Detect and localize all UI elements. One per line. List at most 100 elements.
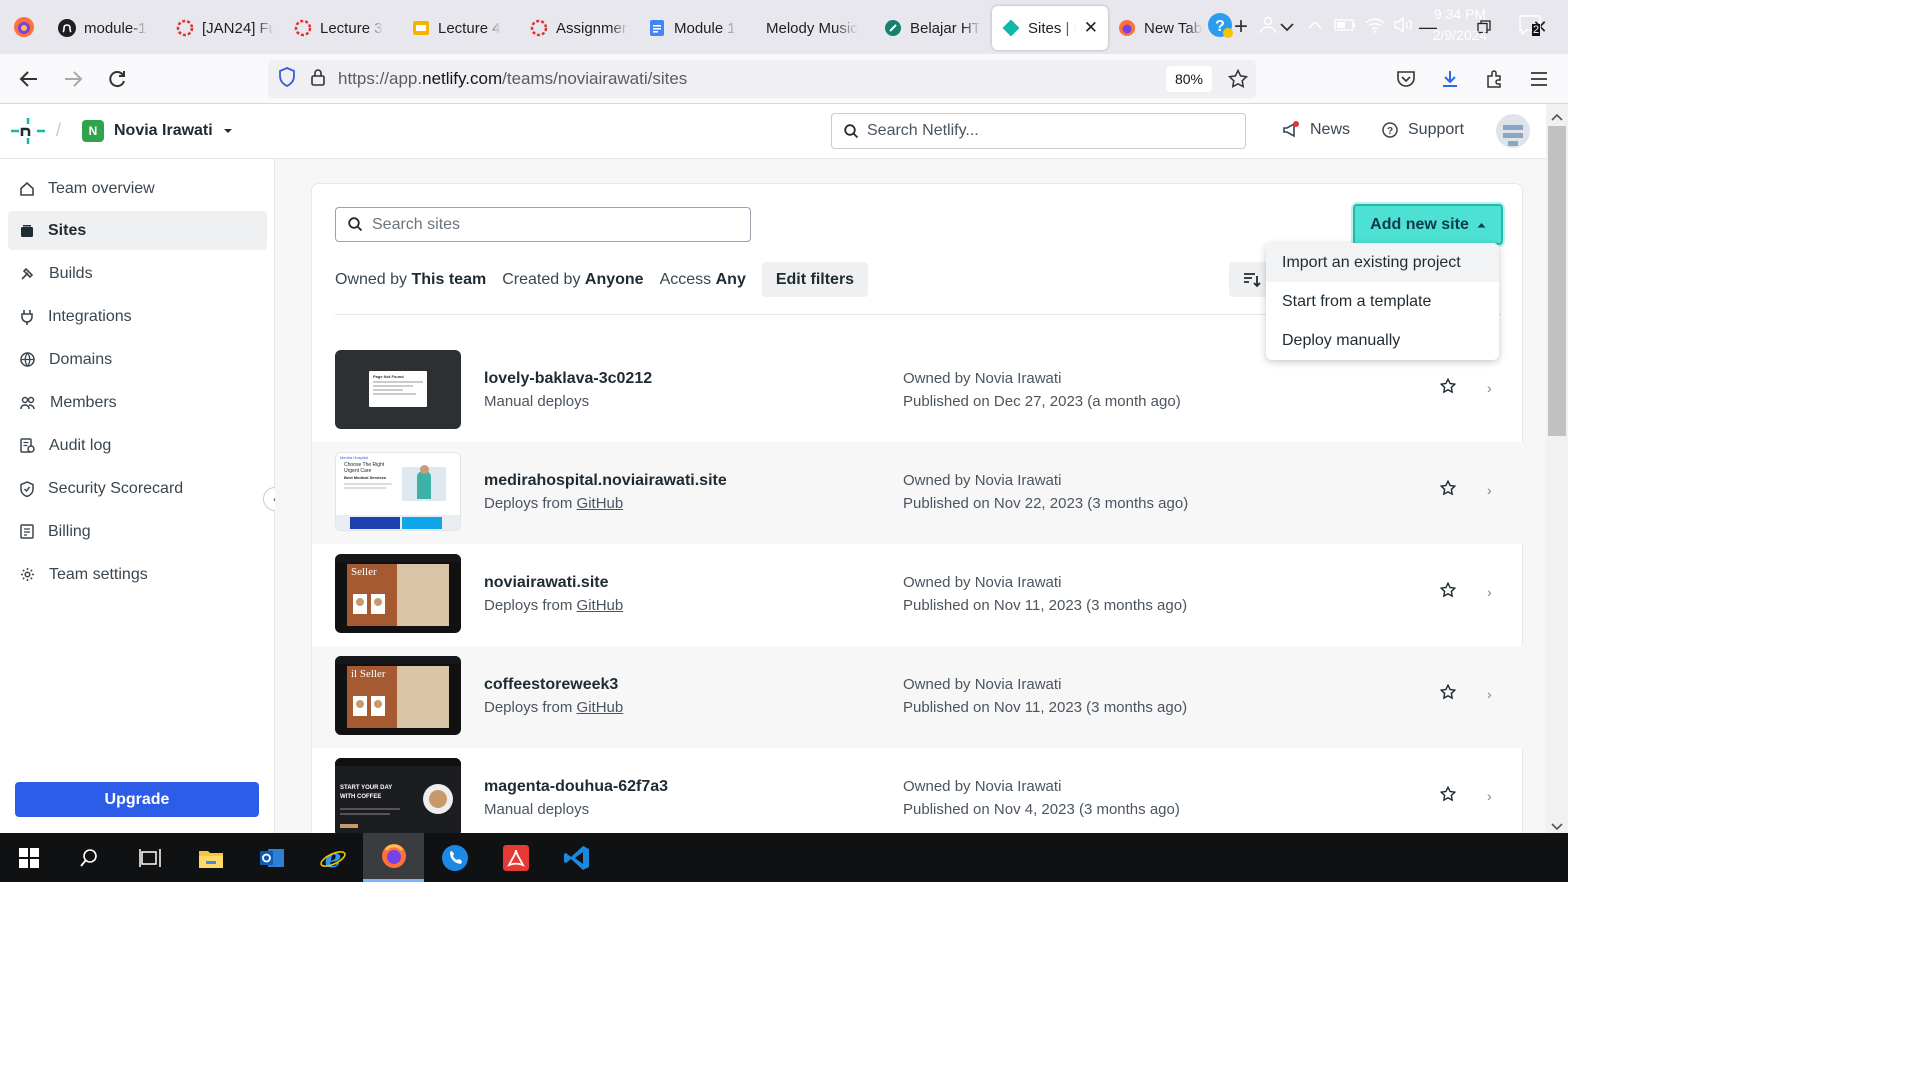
sidebar-item-sites[interactable]: Sites: [8, 211, 267, 250]
zoom-level[interactable]: 80%: [1165, 66, 1212, 92]
team-switcher[interactable]: N Novia Irawati: [82, 120, 233, 142]
reload-icon[interactable]: [95, 61, 139, 97]
browser-tab[interactable]: module-1: [48, 6, 166, 50]
global-search-input[interactable]: Search Netlify...: [831, 113, 1246, 149]
people-icon[interactable]: [1252, 0, 1288, 49]
favorite-star-icon[interactable]: [1439, 377, 1457, 398]
sidebar-item-team-settings[interactable]: Team settings: [8, 555, 267, 594]
address-bar[interactable]: https://app.netlify.com/teams/noviairawa…: [268, 60, 1256, 98]
home-icon: [20, 181, 34, 196]
battery-icon[interactable]: [1332, 0, 1358, 49]
edit-filters-button[interactable]: Edit filters: [761, 262, 869, 297]
browser-tab[interactable]: Lecture 4: [402, 6, 520, 50]
menu-item-start-template[interactable]: Start from a template: [1266, 282, 1499, 321]
scrollbar-thumb[interactable]: [1548, 126, 1566, 436]
browser-tab[interactable]: Belajar HT: [874, 6, 992, 50]
chevron-right-icon[interactable]: ›: [1487, 686, 1492, 702]
task-view-icon[interactable]: [119, 833, 180, 882]
sidebar-item-security-scorecard[interactable]: Security Scorecard: [8, 469, 267, 508]
volume-icon[interactable]: [1390, 0, 1416, 49]
wifi-icon[interactable]: [1362, 0, 1388, 49]
user-avatar[interactable]: [1496, 114, 1530, 148]
chevron-right-icon[interactable]: ›: [1487, 380, 1492, 396]
notifications-icon[interactable]: 2: [1510, 0, 1550, 49]
acrobat-icon[interactable]: [485, 833, 546, 882]
favorite-star-icon[interactable]: [1439, 581, 1457, 602]
close-tab-icon[interactable]: ✕: [1084, 18, 1098, 38]
forward-arrow-icon[interactable]: [51, 61, 95, 97]
github-link[interactable]: GitHub: [577, 699, 624, 716]
sidebar-item-builds[interactable]: Builds: [8, 254, 267, 293]
site-name[interactable]: coffeestoreweek3: [484, 676, 618, 694]
site-row[interactable]: Seller noviairawati.site Deploys from Gi…: [312, 544, 1524, 646]
browser-tab[interactable]: Assignmen: [520, 6, 638, 50]
shield-icon: [20, 480, 34, 497]
internet-explorer-icon[interactable]: e: [302, 833, 363, 882]
browser-tab[interactable]: Lecture 3: [284, 6, 402, 50]
browser-tab[interactable]: Melody Music: [756, 6, 874, 50]
url-text[interactable]: https://app.netlify.com/teams/noviairawa…: [338, 69, 687, 89]
search-icon[interactable]: [58, 833, 119, 882]
github-link[interactable]: GitHub: [577, 495, 624, 512]
upgrade-button[interactable]: Upgrade: [15, 782, 259, 817]
downloads-icon[interactable]: [1428, 54, 1472, 104]
chevron-right-icon[interactable]: ›: [1487, 788, 1492, 804]
news-link[interactable]: News: [1282, 121, 1350, 139]
support-link[interactable]: ? Support: [1382, 121, 1464, 139]
sidebar-item-billing[interactable]: Billing: [8, 512, 267, 551]
windows-start-icon[interactable]: [0, 833, 58, 882]
chevron-right-icon[interactable]: ›: [1487, 482, 1492, 498]
outlook-icon[interactable]: [241, 833, 302, 882]
site-row[interactable]: il Seller coffeestoreweek3 Deploys from …: [312, 646, 1524, 748]
page-scrollbar[interactable]: [1546, 104, 1568, 833]
chevron-right-icon[interactable]: ›: [1487, 584, 1492, 600]
scroll-up-icon[interactable]: [1551, 108, 1563, 125]
bookmark-star-icon[interactable]: [1227, 68, 1249, 93]
site-name[interactable]: noviairawati.site: [484, 574, 609, 592]
browser-tab-active[interactable]: Sites | n ✕: [992, 6, 1108, 50]
menu-item-deploy-manually[interactable]: Deploy manually: [1266, 321, 1499, 360]
app-menu-icon[interactable]: [1517, 54, 1561, 104]
site-name[interactable]: lovely-baklava-3c0212: [484, 370, 652, 388]
github-link[interactable]: GitHub: [577, 597, 624, 614]
sidebar-item-integrations[interactable]: Integrations: [8, 297, 267, 336]
sidebar-item-members[interactable]: Members: [8, 383, 267, 422]
pocket-icon[interactable]: [1384, 54, 1428, 104]
sidebar-item-team-overview[interactable]: Team overview: [8, 169, 267, 208]
breadcrumb-separator: /: [56, 120, 62, 140]
favorite-star-icon[interactable]: [1439, 683, 1457, 704]
filter-created-by[interactable]: Created by Anyone: [502, 271, 643, 289]
file-explorer-icon[interactable]: [180, 833, 241, 882]
show-hidden-icons-chevron-icon[interactable]: [1302, 0, 1328, 49]
favorite-star-icon[interactable]: [1439, 479, 1457, 500]
sidebar-item-audit-log[interactable]: Audit log: [8, 426, 267, 465]
sites-icon: [21, 224, 33, 237]
favorite-star-icon[interactable]: [1439, 785, 1457, 806]
taskbar-clock[interactable]: 9:34 PM 2/9/2024: [1424, 4, 1496, 46]
extensions-icon[interactable]: [1473, 54, 1517, 104]
site-published: Published on Nov 22, 2023 (3 months ago): [903, 495, 1189, 512]
browser-tab[interactable]: [JAN24] Fu: [166, 6, 284, 50]
site-row[interactable]: START YOUR DAY WITH COFFEE magenta-douhu…: [312, 748, 1524, 833]
sidebar-item-domains[interactable]: Domains: [8, 340, 267, 379]
netlify-logo-icon[interactable]: [11, 118, 45, 148]
site-name[interactable]: medirahospital.noviairawati.site: [484, 472, 727, 490]
site-name[interactable]: magenta-douhua-62f7a3: [484, 778, 668, 796]
firefox-view-icon[interactable]: [0, 0, 48, 54]
vscode-icon[interactable]: [546, 833, 607, 882]
lock-icon[interactable]: [310, 68, 326, 90]
help-tray-icon[interactable]: ?: [1200, 0, 1240, 49]
filter-access[interactable]: Access Any: [660, 271, 746, 289]
phone-app-icon[interactable]: [424, 833, 485, 882]
add-new-site-button[interactable]: Add new site: [1353, 204, 1503, 245]
back-arrow-icon[interactable]: [7, 61, 51, 97]
members-icon: [20, 396, 35, 409]
tracking-shield-icon[interactable]: [278, 67, 296, 91]
tab-label: Lecture 3: [320, 19, 383, 37]
site-row[interactable]: Medira Hospital Choose The Right Urgent …: [312, 442, 1524, 544]
browser-tab[interactable]: Module 1: [638, 6, 756, 50]
filter-owned-by[interactable]: Owned by This team: [335, 271, 486, 289]
search-sites-input[interactable]: Search sites: [335, 207, 751, 242]
menu-item-import-project[interactable]: Import an existing project: [1266, 243, 1499, 282]
firefox-taskbar-icon[interactable]: [363, 833, 424, 882]
